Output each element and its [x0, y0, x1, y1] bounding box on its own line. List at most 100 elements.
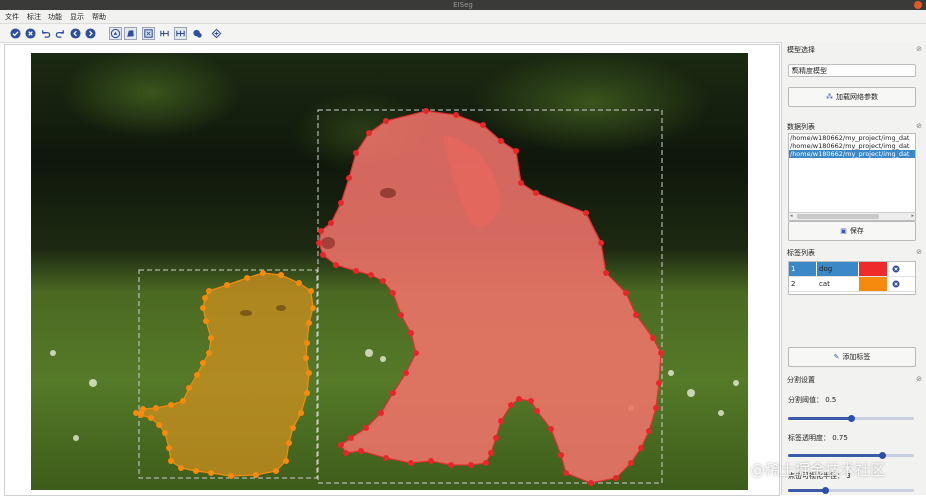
undo-icon[interactable]	[39, 27, 51, 39]
file-list-item[interactable]: /home/w180662/my_project/img_dat	[789, 142, 915, 150]
dog-polygon-vertex[interactable]	[480, 122, 486, 128]
dog-polygon-vertex[interactable]	[346, 175, 352, 181]
cat-polygon-vertex[interactable]	[286, 440, 292, 446]
dog-polygon-vertex[interactable]	[383, 455, 389, 461]
cat-polygon-vertex[interactable]	[200, 305, 206, 311]
dog-polygon-vertex[interactable]	[348, 435, 354, 441]
dog-polygon-vertex[interactable]	[638, 445, 644, 451]
dog-polygon-vertex[interactable]	[383, 118, 389, 124]
dog-polygon-vertex[interactable]	[513, 148, 519, 154]
dog-polygon-vertex[interactable]	[380, 278, 386, 284]
dog-polygon-vertex[interactable]	[508, 402, 514, 408]
model-dock-icon[interactable]: ⊘	[916, 45, 922, 53]
dog-polygon-vertex[interactable]	[656, 380, 662, 386]
mask-toggle-icon[interactable]	[109, 27, 122, 40]
cat-polygon-vertex[interactable]	[166, 445, 172, 451]
cat-polygon-vertex[interactable]	[153, 405, 159, 411]
next-image-icon[interactable]	[84, 27, 96, 39]
cat-polygon-vertex[interactable]	[244, 275, 250, 281]
dog-polygon-vertex[interactable]	[468, 462, 474, 468]
opacity-slider[interactable]	[788, 452, 914, 459]
dog-polygon-vertex[interactable]	[498, 138, 504, 144]
threshold-slider[interactable]	[788, 415, 914, 422]
dog-polygon-vertex[interactable]	[588, 480, 594, 486]
redo-icon[interactable]	[54, 27, 66, 39]
menu-annotate[interactable]: 标注	[27, 12, 41, 22]
dog-polygon-vertex[interactable]	[488, 450, 494, 456]
cat-polygon-vertex[interactable]	[203, 318, 209, 324]
scroll-right-icon[interactable]: ▸	[911, 213, 914, 219]
cat-polygon-vertex[interactable]	[306, 320, 312, 326]
cat-polygon-vertex[interactable]	[148, 415, 154, 421]
dog-polygon-vertex[interactable]	[563, 470, 569, 476]
dog-polygon-vertex[interactable]	[633, 312, 639, 318]
save-button[interactable]: ▣ 保存	[788, 221, 916, 241]
menu-help[interactable]: 帮助	[92, 12, 106, 22]
threshold-slider-handle[interactable]	[847, 415, 855, 422]
data-list-dock-icon[interactable]: ⊘	[916, 122, 922, 130]
scroll-left-icon[interactable]: ◂	[790, 213, 793, 219]
add-label-button[interactable]: ✎ 添加标签	[788, 347, 916, 367]
dog-polygon-vertex[interactable]	[548, 426, 554, 432]
dog-polygon-vertex[interactable]	[534, 408, 540, 414]
annotation-canvas[interactable]	[31, 53, 748, 490]
cat-polygon-vertex[interactable]	[298, 410, 304, 416]
dog-polygon-vertex[interactable]	[598, 240, 604, 246]
label-row-cat[interactable]: 2 cat	[789, 277, 915, 292]
label-color-swatch[interactable]	[859, 262, 887, 276]
model-select[interactable]: 高精度模型 ▾	[788, 64, 916, 77]
bbox-toggle-icon[interactable]	[142, 27, 155, 40]
dog-polygon-vertex[interactable]	[320, 252, 326, 258]
cat-polygon-vertex[interactable]	[193, 468, 199, 474]
cat-polygon-vertex[interactable]	[304, 390, 310, 396]
cat-polygon-vertex[interactable]	[180, 398, 186, 404]
dog-polygon-vertex[interactable]	[453, 112, 459, 118]
cat-polygon-vertex[interactable]	[310, 305, 316, 311]
cat-polygon-vertex[interactable]	[303, 355, 309, 361]
delete-label-icon[interactable]	[892, 280, 900, 288]
cat-polygon-vertex[interactable]	[202, 295, 208, 301]
dog-polygon-vertex[interactable]	[628, 460, 634, 466]
cat-polygon-vertex[interactable]	[306, 370, 312, 376]
cat-polygon-vertex[interactable]	[278, 272, 284, 278]
dog-polygon-vertex[interactable]	[646, 428, 652, 434]
cat-polygon-vertex[interactable]	[200, 360, 206, 366]
cat-polygon-vertex[interactable]	[140, 406, 146, 412]
segmentation-dock-icon[interactable]: ⊘	[916, 375, 922, 383]
close-window-icon[interactable]	[914, 1, 922, 9]
dog-polygon-vertex[interactable]	[518, 180, 524, 186]
cat-polygon-vertex[interactable]	[304, 340, 310, 346]
prev-image-icon[interactable]	[69, 27, 81, 39]
dog-polygon-vertex[interactable]	[363, 425, 369, 431]
click-radius-slider-handle[interactable]	[822, 487, 830, 494]
dog-polygon-vertex[interactable]	[408, 460, 414, 466]
dog-polygon-vertex[interactable]	[428, 458, 434, 464]
cat-polygon-vertex[interactable]	[133, 410, 139, 416]
opacity-slider-handle[interactable]	[879, 452, 886, 459]
cat-polygon-vertex[interactable]	[194, 372, 200, 378]
dog-polygon-vertex[interactable]	[653, 405, 659, 411]
cat-polygon-vertex[interactable]	[290, 425, 296, 431]
dog-polygon-vertex[interactable]	[390, 390, 396, 396]
dog-polygon-vertex[interactable]	[338, 442, 344, 448]
dog-polygon-vertex[interactable]	[368, 272, 374, 278]
dog-polygon-vertex[interactable]	[558, 452, 564, 458]
polygon-toggle-icon[interactable]	[124, 27, 137, 40]
dog-polygon-vertex[interactable]	[403, 370, 409, 376]
dog-polygon-vertex[interactable]	[316, 240, 322, 246]
cat-polygon-vertex[interactable]	[178, 465, 184, 471]
cat-polygon-vertex[interactable]	[296, 280, 302, 286]
dog-polygon-vertex[interactable]	[498, 418, 504, 424]
dog-polygon-vertex[interactable]	[533, 190, 539, 196]
cat-polygon-vertex[interactable]	[206, 350, 212, 356]
dog-polygon-vertex[interactable]	[516, 396, 522, 402]
dog-polygon-vertex[interactable]	[378, 410, 384, 416]
dog-polygon-vertex[interactable]	[333, 262, 339, 268]
scroll-thumb[interactable]	[797, 214, 879, 219]
menu-function[interactable]: 功能	[48, 12, 62, 22]
cat-polygon-vertex[interactable]	[162, 430, 168, 436]
dog-polygon-vertex[interactable]	[448, 462, 454, 468]
dog-polygon-vertex[interactable]	[353, 268, 359, 274]
cat-polygon-vertex[interactable]	[260, 270, 266, 276]
dog-polygon-vertex[interactable]	[338, 200, 344, 206]
